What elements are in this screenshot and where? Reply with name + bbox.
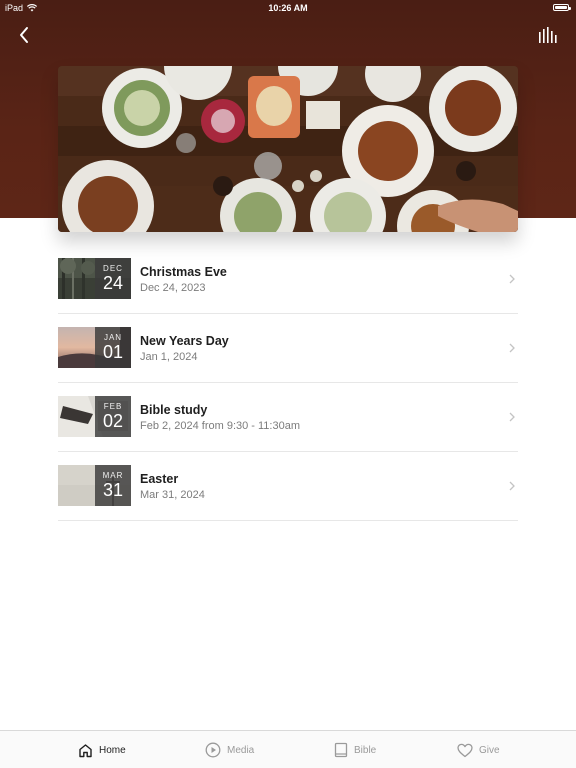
event-list-screen: iPad 10:26 AM DEC 24 Christmas Eve Dec 2… <box>0 0 576 768</box>
event-date-badge: JAN 01 <box>95 327 131 368</box>
chevron-right-icon <box>509 481 515 491</box>
tab-label: Give <box>479 744 500 756</box>
event-thumbnail: JAN 01 <box>58 327 131 368</box>
event-day: 31 <box>102 480 124 500</box>
event-subtitle: Dec 24, 2023 <box>140 282 206 294</box>
home-icon <box>79 743 92 757</box>
battery-icon <box>553 4 571 11</box>
event-day: 24 <box>102 273 124 293</box>
event-item-bible-study[interactable]: FEB 02 Bible study Feb 2, 2024 from 9:30… <box>58 383 518 452</box>
event-item-easter[interactable]: MAR 31 Easter Mar 31, 2024 <box>58 452 518 521</box>
audio-levels-icon <box>539 27 557 43</box>
event-subtitle: Jan 1, 2024 <box>140 351 198 363</box>
play-circle-icon <box>205 742 221 758</box>
event-day: 01 <box>102 342 124 362</box>
back-button[interactable] <box>14 24 36 46</box>
tab-label: Bible <box>354 744 377 756</box>
event-title: New Years Day <box>140 334 229 348</box>
chevron-right-icon <box>509 412 515 422</box>
event-subtitle: Mar 31, 2024 <box>140 489 205 501</box>
event-date-badge: FEB 02 <box>95 396 131 437</box>
event-month: JAN <box>103 333 123 342</box>
event-day: 02 <box>102 411 124 431</box>
event-thumbnail: DEC 24 <box>58 258 131 299</box>
event-month: FEB <box>103 402 123 411</box>
status-bar: iPad 10:26 AM <box>0 0 576 16</box>
heart-icon <box>457 743 473 757</box>
event-item-christmas-eve[interactable]: DEC 24 Christmas Eve Dec 24, 2023 <box>58 245 518 314</box>
tab-bible[interactable]: Bible <box>334 731 376 768</box>
event-thumbnail: MAR 31 <box>58 465 131 506</box>
event-title: Easter <box>140 472 179 486</box>
tab-label: Media <box>227 744 255 756</box>
event-item-new-years-day[interactable]: JAN 01 New Years Day Jan 1, 2024 <box>58 314 518 383</box>
event-month: MAR <box>102 471 124 480</box>
event-date-badge: DEC 24 <box>95 258 131 299</box>
hero-image <box>58 66 518 232</box>
tab-label: Home <box>99 744 126 756</box>
chevron-right-icon <box>509 343 515 353</box>
event-list: DEC 24 Christmas Eve Dec 24, 2023 JAN 01… <box>58 245 518 521</box>
dinner-table-photo <box>58 66 518 232</box>
event-subtitle: Feb 2, 2024 from 9:30 - 11:30am <box>140 420 300 432</box>
book-icon <box>334 742 348 758</box>
event-month: DEC <box>103 264 123 273</box>
chevron-right-icon <box>509 274 515 284</box>
audio-levels-button[interactable] <box>538 26 558 44</box>
chevron-left-icon <box>20 27 28 43</box>
tab-give[interactable]: Give <box>457 731 500 768</box>
event-date-badge: MAR 31 <box>95 465 131 506</box>
tab-home[interactable]: Home <box>78 731 126 768</box>
tab-bar: Home Media Bible Give <box>0 730 576 768</box>
event-thumbnail: FEB 02 <box>58 396 131 437</box>
status-time: 10:26 AM <box>268 3 308 13</box>
event-title: Bible study <box>140 403 208 417</box>
event-title: Christmas Eve <box>140 265 227 279</box>
tab-media[interactable]: Media <box>205 731 254 768</box>
